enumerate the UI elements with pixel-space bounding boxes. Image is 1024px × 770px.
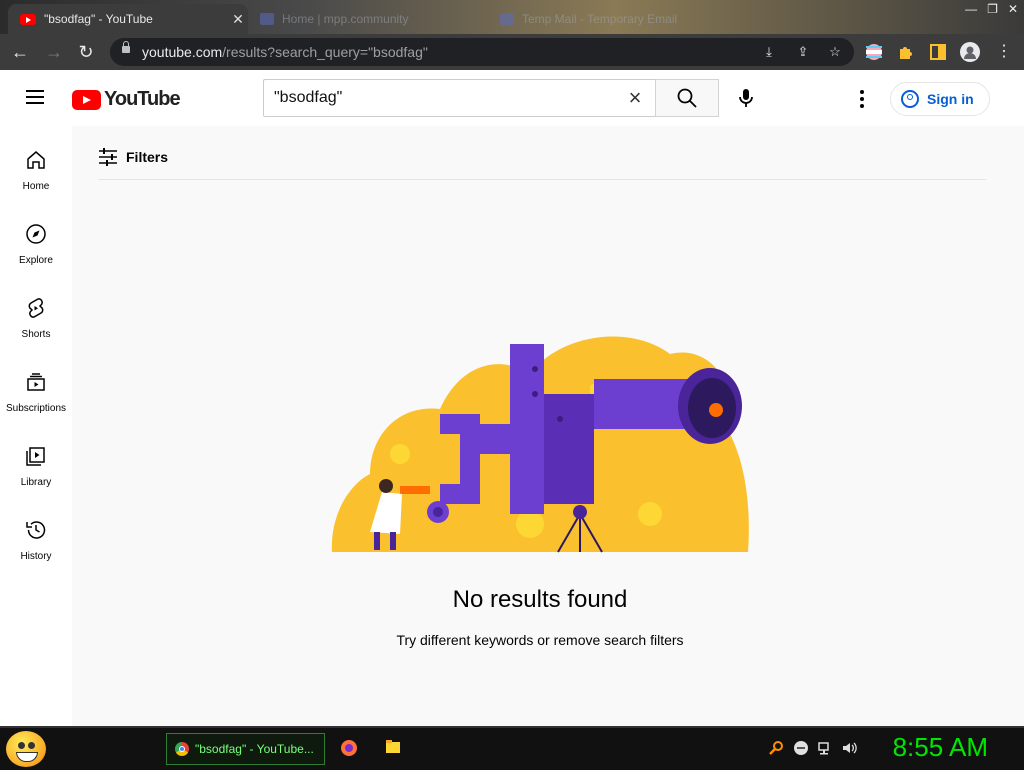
tab-youtube[interactable]: "bsodfag" - YouTube ✕ [8, 4, 248, 34]
smiley-start-button[interactable] [6, 731, 46, 767]
volume-icon[interactable] [841, 740, 857, 756]
microphone-icon [739, 89, 753, 107]
file-manager-icon[interactable] [385, 739, 401, 755]
shorts-icon [28, 298, 44, 318]
search-results-area: Filters No results found Try different k… [72, 126, 1024, 726]
history-icon [26, 521, 46, 539]
minimize-icon[interactable]: ― [965, 2, 977, 16]
hamburger-menu-icon[interactable] [26, 90, 46, 106]
no-results-hint: Try different keywords or remove search … [396, 632, 684, 648]
account-icon [901, 90, 919, 108]
settings-more-icon[interactable] [852, 90, 872, 108]
account-avatar-icon[interactable] [960, 42, 980, 62]
window-controls: ― ❐ ✕ [965, 2, 1018, 16]
tray-status-icon[interactable] [793, 740, 809, 756]
reload-icon[interactable]: ↻ [74, 40, 98, 64]
search-input[interactable] [272, 88, 616, 108]
subscriptions-icon [27, 373, 45, 391]
chrome-icon [175, 742, 189, 756]
tab-temp-mail[interactable]: Temp Mail - Temporary Email [500, 4, 720, 34]
sign-in-label: Sign in [927, 91, 974, 107]
sidebar-item-label: Shorts [21, 329, 51, 340]
tab-mpp-community[interactable]: Home | mpp.community [260, 4, 480, 34]
os-taskbar: "bsodfag" - YouTube... 8:55 AM [0, 726, 1024, 770]
sidebar-item-library[interactable]: Library [0, 422, 72, 496]
browser-toolbar: ← → ↻ youtube.com/results?search_query="… [0, 34, 1024, 70]
back-arrow-icon[interactable]: ← [8, 40, 32, 64]
search-magnifier-icon[interactable] [768, 740, 784, 756]
search-icon [677, 88, 697, 108]
youtube-masthead: YouTube × Sign in [0, 70, 1024, 126]
taskbar-item-label: "bsodfag" - YouTube... [195, 742, 314, 756]
youtube-logo[interactable]: YouTube [72, 88, 181, 111]
sidebar-item-label: History [20, 551, 52, 562]
guide-sidebar: Home Explore Shorts Subscriptions Librar… [0, 126, 72, 726]
filters-label: Filters [126, 149, 169, 165]
sidebar-item-label: Library [20, 477, 52, 488]
sidebar-item-home[interactable]: Home [0, 126, 72, 200]
voice-search-button[interactable] [730, 82, 762, 114]
search-button[interactable] [655, 79, 719, 117]
sidebar-item-explore[interactable]: Explore [0, 200, 72, 274]
library-icon [26, 447, 45, 466]
home-icon [27, 151, 45, 169]
logo-text: YouTube [104, 88, 181, 110]
tab-title: Temp Mail - Temporary Email [522, 12, 678, 26]
sidebar-item-history[interactable]: History [0, 496, 72, 570]
tab-title: Home | mpp.community [282, 12, 409, 26]
close-window-icon[interactable]: ✕ [1008, 2, 1018, 16]
close-tab-icon[interactable]: ✕ [228, 11, 248, 28]
address-bar[interactable]: youtube.com/results?search_query="bsodfa… [110, 38, 854, 66]
youtube-favicon-icon [20, 13, 36, 25]
lock-icon [122, 41, 130, 53]
sidebar-item-label: Explore [19, 255, 53, 266]
sign-in-button[interactable]: Sign in [890, 82, 990, 116]
site-favicon-icon [260, 13, 274, 25]
side-panel-icon[interactable] [929, 43, 947, 61]
taskbar-item-chrome[interactable]: "bsodfag" - YouTube... [166, 733, 325, 765]
bookmark-star-icon[interactable]: ☆ [826, 44, 844, 60]
profile-flag-icon[interactable] [865, 43, 883, 61]
clear-search-icon[interactable]: × [625, 87, 645, 109]
no-results-heading: No results found [452, 586, 628, 613]
browser-tab-strip: "bsodfag" - YouTube ✕ Home | mpp.communi… [0, 0, 1024, 34]
site-favicon-icon [500, 13, 514, 25]
restore-icon[interactable]: ❐ [987, 2, 998, 16]
divider [98, 179, 986, 180]
firefox-icon[interactable] [340, 739, 358, 757]
no-results-telescope-illustration [331, 336, 749, 553]
taskbar-clock[interactable]: 8:55 AM [893, 732, 988, 763]
sidebar-item-shorts[interactable]: Shorts [0, 274, 72, 348]
share-icon[interactable]: ⇪ [794, 44, 812, 60]
network-icon[interactable] [817, 740, 833, 756]
sidebar-item-label: Subscriptions [5, 403, 67, 414]
tab-title: "bsodfag" - YouTube [44, 12, 153, 26]
sidebar-item-subscriptions[interactable]: Subscriptions [0, 348, 72, 422]
youtube-play-icon [72, 89, 101, 110]
compass-icon [26, 224, 46, 244]
install-icon[interactable]: ⤓ [760, 44, 778, 60]
sidebar-item-label: Home [22, 181, 50, 192]
extensions-puzzle-icon[interactable] [897, 43, 915, 61]
filter-sliders-icon [99, 148, 117, 166]
search-box: × [263, 79, 655, 117]
filters-button[interactable]: Filters [98, 148, 168, 166]
url-text: youtube.com/results?search_query="bsodfa… [142, 44, 428, 60]
browser-menu-icon[interactable]: ⋮ [992, 40, 1016, 64]
forward-arrow-icon[interactable]: → [42, 40, 66, 64]
